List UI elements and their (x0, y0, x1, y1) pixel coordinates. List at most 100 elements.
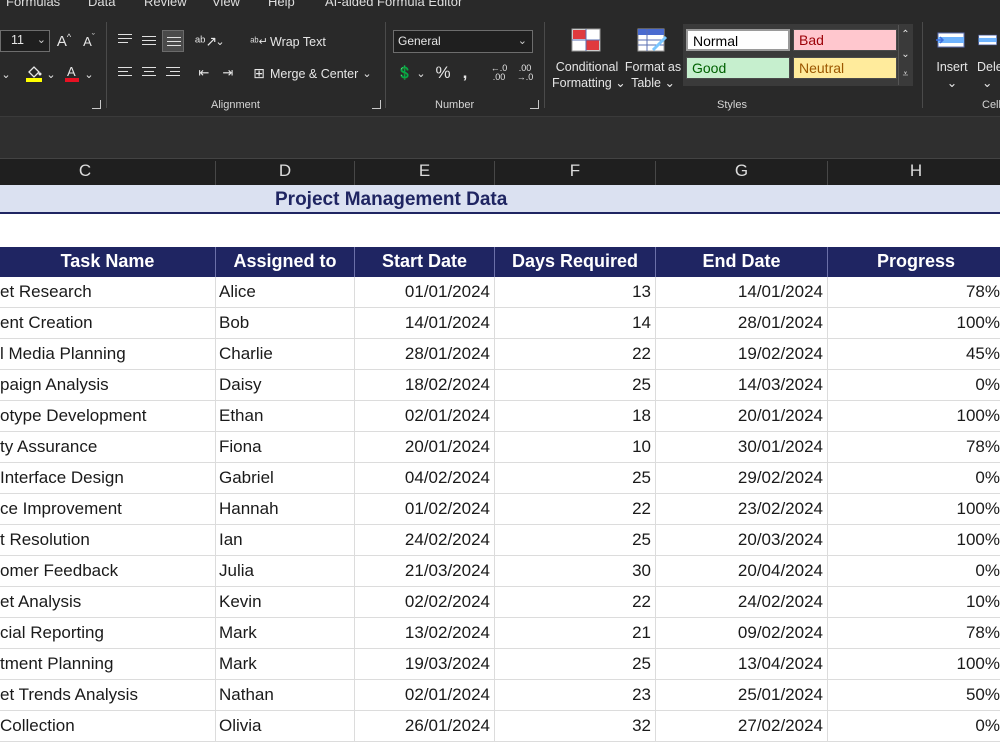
assigned-to-cell[interactable]: Mark (216, 618, 355, 649)
column-header-d[interactable]: D (216, 161, 355, 185)
table-row[interactable]: l Media Planning Charlie 28/01/2024 22 19/02… (0, 339, 1000, 370)
style-good[interactable]: Good (686, 57, 790, 79)
start-date-cell[interactable]: 21/03/2024 (355, 556, 495, 587)
start-date-cell[interactable]: 02/01/2024 (355, 401, 495, 432)
start-date-cell[interactable]: 01/01/2024 (355, 277, 495, 308)
assigned-to-cell[interactable]: Ian (216, 525, 355, 556)
progress-cell[interactable]: 100% (828, 494, 1000, 525)
end-date-cell[interactable]: 29/02/2024 (656, 463, 828, 494)
end-date-cell[interactable]: 24/02/2024 (656, 587, 828, 618)
start-date-cell[interactable]: 20/01/2024 (355, 432, 495, 463)
table-row[interactable]: ty Assurance Fiona 20/01/2024 10 30/01/2024 7… (0, 432, 1000, 463)
end-date-cell[interactable]: 13/04/2024 (656, 649, 828, 680)
align-middle-icon[interactable] (142, 36, 156, 48)
assigned-to-cell[interactable]: Alice (216, 277, 355, 308)
tab-ai-formula-editor[interactable]: AI-aided Formula Editor (325, 0, 462, 9)
progress-cell[interactable]: 100% (828, 649, 1000, 680)
decrease-font-size-icon[interactable]: Aˇ (80, 31, 98, 51)
start-date-cell[interactable]: 14/01/2024 (355, 308, 495, 339)
days-required-cell[interactable]: 32 (495, 711, 656, 742)
scroll-down-icon[interactable]: ⌄ (899, 45, 912, 63)
end-date-cell[interactable]: 14/01/2024 (656, 277, 828, 308)
style-neutral[interactable]: Neutral (793, 57, 897, 79)
start-date-cell[interactable]: 26/01/2024 (355, 711, 495, 742)
progress-cell[interactable]: 0% (828, 463, 1000, 494)
end-date-cell[interactable]: 30/01/2024 (656, 432, 828, 463)
orientation-icon[interactable]: ᵃᵇ↗ (195, 30, 217, 52)
progress-cell[interactable]: 100% (828, 525, 1000, 556)
table-row[interactable]: paign Analysis Daisy 18/02/2024 25 14/03/202… (0, 370, 1000, 401)
chevron-down-icon[interactable]: ⌄ (46, 64, 56, 84)
start-date-cell[interactable]: 28/01/2024 (355, 339, 495, 370)
start-date-cell[interactable]: 02/01/2024 (355, 680, 495, 711)
header-end-date[interactable]: End Date (656, 247, 828, 277)
chevron-down-icon[interactable]: ⌄ (416, 65, 426, 81)
days-required-cell[interactable]: 30 (495, 556, 656, 587)
task-name-cell[interactable]: et Research (0, 277, 216, 308)
wrap-text-button[interactable]: Wrap Text (270, 35, 326, 49)
task-name-cell[interactable]: l Media Planning (0, 339, 216, 370)
table-row[interactable]: t Resolution Ian 24/02/2024 25 20/03/2024 100… (0, 525, 1000, 556)
assigned-to-cell[interactable]: Ethan (216, 401, 355, 432)
assigned-to-cell[interactable]: Olivia (216, 711, 355, 742)
assigned-to-cell[interactable]: Julia (216, 556, 355, 587)
chevron-down-icon[interactable]: ⌄ (0, 64, 12, 84)
delete-cells-button[interactable]: Dele ⌄ (977, 59, 1000, 91)
start-date-cell[interactable]: 02/02/2024 (355, 587, 495, 618)
task-name-cell[interactable]: paign Analysis (0, 370, 216, 401)
insert-cells-button[interactable]: Insert ⌄ (936, 59, 968, 91)
progress-cell[interactable]: 100% (828, 308, 1000, 339)
progress-cell[interactable]: 78% (828, 277, 1000, 308)
assigned-to-cell[interactable]: Hannah (216, 494, 355, 525)
table-row[interactable]: otype Development Ethan 02/01/2024 18 20/01/… (0, 401, 1000, 432)
table-row[interactable]: Collection Olivia 26/01/2024 32 27/02/2024 0% (0, 711, 1000, 742)
progress-cell[interactable]: 0% (828, 370, 1000, 401)
start-date-cell[interactable]: 18/02/2024 (355, 370, 495, 401)
task-name-cell[interactable]: et Trends Analysis (0, 680, 216, 711)
assigned-to-cell[interactable]: Gabriel (216, 463, 355, 494)
task-name-cell[interactable]: et Analysis (0, 587, 216, 618)
task-name-cell[interactable]: Interface Design (0, 463, 216, 494)
column-header-e[interactable]: E (355, 161, 495, 185)
days-required-cell[interactable]: 25 (495, 370, 656, 401)
end-date-cell[interactable]: 25/01/2024 (656, 680, 828, 711)
style-normal[interactable]: Normal (686, 29, 790, 51)
tab-view[interactable]: View (212, 0, 240, 9)
header-progress[interactable]: Progress (828, 247, 1000, 277)
chevron-down-icon[interactable]: ⌄ (362, 65, 372, 81)
header-days-required[interactable]: Days Required (495, 247, 656, 277)
progress-cell[interactable]: 100% (828, 401, 1000, 432)
task-name-cell[interactable]: tment Planning (0, 649, 216, 680)
assigned-to-cell[interactable]: Kevin (216, 587, 355, 618)
days-required-cell[interactable]: 25 (495, 525, 656, 556)
table-row[interactable]: omer Feedback Julia 21/03/2024 30 20/04/2024… (0, 556, 1000, 587)
fill-color-icon[interactable] (24, 62, 44, 84)
tab-review[interactable]: Review (144, 0, 187, 9)
accounting-format-icon[interactable]: 💲 (396, 63, 414, 83)
chevron-down-icon[interactable]: ⌄ (215, 33, 225, 49)
assigned-to-cell[interactable]: Fiona (216, 432, 355, 463)
progress-cell[interactable]: 78% (828, 432, 1000, 463)
chevron-down-icon[interactable]: ⌄ (84, 64, 94, 84)
task-name-cell[interactable]: cial Reporting (0, 618, 216, 649)
end-date-cell[interactable]: 20/04/2024 (656, 556, 828, 587)
progress-cell[interactable]: 50% (828, 680, 1000, 711)
tab-help[interactable]: Help (268, 0, 295, 9)
format-as-table-button[interactable]: Format as Table ⌄ (624, 59, 682, 91)
days-required-cell[interactable]: 25 (495, 463, 656, 494)
end-date-cell[interactable]: 20/03/2024 (656, 525, 828, 556)
font-color-icon[interactable]: A (63, 62, 81, 84)
column-header-f[interactable]: F (495, 161, 656, 185)
assigned-to-cell[interactable]: Nathan (216, 680, 355, 711)
start-date-cell[interactable]: 24/02/2024 (355, 525, 495, 556)
end-date-cell[interactable]: 20/01/2024 (656, 401, 828, 432)
start-date-cell[interactable]: 13/02/2024 (355, 618, 495, 649)
task-name-cell[interactable]: omer Feedback (0, 556, 216, 587)
font-size-select[interactable]: 11 ⌄ (0, 30, 50, 52)
task-name-cell[interactable]: Collection (0, 711, 216, 742)
days-required-cell[interactable]: 23 (495, 680, 656, 711)
task-name-cell[interactable]: ce Improvement (0, 494, 216, 525)
align-right-icon[interactable] (166, 67, 180, 79)
start-date-cell[interactable]: 19/03/2024 (355, 649, 495, 680)
task-name-cell[interactable]: t Resolution (0, 525, 216, 556)
